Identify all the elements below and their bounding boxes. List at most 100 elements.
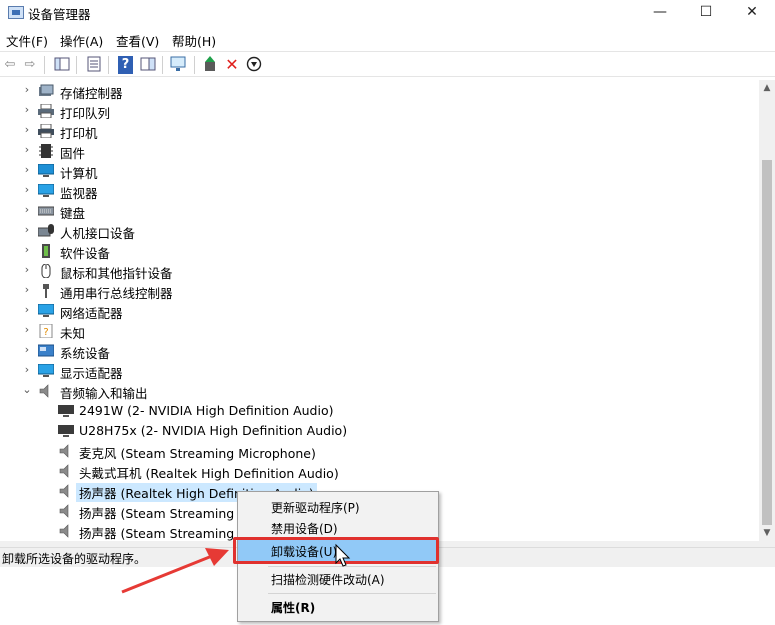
- network-icon: [37, 303, 55, 317]
- toolbar-separator: [76, 56, 77, 74]
- vertical-scrollbar[interactable]: ▲ ▼: [759, 80, 775, 541]
- tree-category-row[interactable]: › 鼠标和其他指针设备: [0, 261, 759, 281]
- forward-arrow-icon[interactable]: ⇨: [22, 56, 38, 74]
- tree-category-audio-row[interactable]: ⌄ 音频输入和输出: [0, 381, 759, 401]
- menu-properties[interactable]: 属性(R): [238, 596, 438, 617]
- scroll-down-icon[interactable]: ▼: [759, 525, 775, 541]
- chevron-right-icon[interactable]: ›: [22, 83, 32, 97]
- scroll-up-icon[interactable]: ▲: [759, 80, 775, 96]
- chevron-right-icon[interactable]: ›: [22, 263, 32, 277]
- update-driver-icon[interactable]: [202, 56, 218, 74]
- tree-device-row[interactable]: 头戴式耳机 (Realtek High Definition Audio): [0, 461, 759, 481]
- chevron-right-icon[interactable]: ›: [22, 143, 32, 157]
- chevron-right-icon[interactable]: ›: [22, 123, 32, 137]
- menu-disable-device-label: 禁用设备(D): [271, 522, 338, 536]
- tree-device-row[interactable]: 2491W (2- NVIDIA High Definition Audio): [0, 401, 759, 421]
- chevron-right-icon[interactable]: ›: [22, 283, 32, 297]
- mouse-icon: [38, 263, 54, 279]
- chevron-right-icon[interactable]: ›: [22, 183, 32, 197]
- chevron-right-icon[interactable]: ›: [22, 103, 32, 117]
- tree-category-label: 人机接口设备: [60, 226, 136, 241]
- software-device-icon: [38, 244, 54, 258]
- menu-separator: [268, 593, 436, 594]
- menu-disable-device[interactable]: 禁用设备(D): [238, 517, 438, 538]
- tree-category-row[interactable]: › 监视器: [0, 181, 759, 201]
- tree-category-row[interactable]: › 固件: [0, 141, 759, 161]
- svg-text:?: ?: [43, 327, 48, 338]
- menu-file[interactable]: 文件(F): [6, 31, 48, 50]
- window-title: 设备管理器: [28, 7, 91, 22]
- tree-category-label: 通用串行总线控制器: [60, 286, 173, 301]
- properties-icon[interactable]: [86, 56, 102, 74]
- chevron-right-icon[interactable]: ›: [22, 323, 32, 337]
- tree-category-row[interactable]: › 人机接口设备: [0, 221, 759, 241]
- tree-device-label: 2491W (2- NVIDIA High Definition Audio): [79, 403, 334, 418]
- tree-category-label: 鼠标和其他指针设备: [60, 266, 173, 281]
- back-arrow-icon[interactable]: ⇦: [2, 56, 18, 74]
- download-icon[interactable]: [246, 56, 262, 74]
- speaker-icon: [58, 444, 74, 458]
- chevron-down-icon[interactable]: ⌄: [22, 383, 32, 397]
- chevron-right-icon[interactable]: ›: [22, 343, 32, 357]
- chevron-right-icon[interactable]: ›: [22, 223, 32, 237]
- menu-scan-hardware[interactable]: 扫描检测硬件改动(A): [238, 568, 438, 589]
- tree-category-row[interactable]: › 软件设备: [0, 241, 759, 261]
- maximize-button[interactable]: ☐: [683, 0, 729, 26]
- speaker-icon: [58, 464, 74, 478]
- chevron-right-icon[interactable]: ›: [22, 203, 32, 217]
- tree-category-label: 显示适配器: [60, 366, 123, 381]
- printer-icon: [38, 123, 54, 139]
- tree-category-row[interactable]: › 打印机: [0, 121, 759, 141]
- action-pane-icon[interactable]: [140, 56, 156, 74]
- toolbar-separator: [194, 56, 195, 74]
- tree-category-row[interactable]: › 打印队列: [0, 101, 759, 121]
- uninstall-icon[interactable]: ✕: [224, 56, 240, 74]
- tree-device-label: 扬声器 (Steam Streaming Sp: [79, 526, 255, 541]
- tree-category-row[interactable]: ›? 未知: [0, 321, 759, 341]
- menu-uninstall-device[interactable]: 卸载设备(U): [238, 540, 438, 561]
- minimize-button[interactable]: —: [637, 0, 683, 26]
- tree-device-label: 头戴式耳机 (Realtek High Definition Audio): [79, 466, 339, 481]
- tree-device-row[interactable]: 麦克风 (Steam Streaming Microphone): [0, 441, 759, 461]
- help-icon[interactable]: ?: [118, 56, 133, 74]
- tree-category-row[interactable]: › 键盘: [0, 201, 759, 221]
- menu-bar: 文件(F) 操作(A) 查看(V) 帮助(H): [0, 28, 775, 50]
- tree-category-row[interactable]: › 存储控制器: [0, 81, 759, 101]
- tree-category-label: 软件设备: [60, 246, 111, 261]
- tree-category-row[interactable]: › 网络适配器: [0, 301, 759, 321]
- hid-icon: [37, 224, 54, 237]
- device-tree[interactable]: › 存储控制器 › 打印队列 › 打印机 › 固件 › 计算机 › 监视器 › 键盘 › 人机接口设备 › 软件设…: [0, 80, 759, 541]
- display-adapter-icon: [37, 363, 55, 377]
- system-device-icon: [37, 344, 55, 357]
- computer-icon: [37, 163, 55, 177]
- scan-hardware-icon[interactable]: [170, 56, 188, 74]
- tree-category-label: 存储控制器: [60, 86, 123, 101]
- toolbar-separator: [44, 56, 45, 74]
- tree-category-label: 固件: [60, 146, 86, 161]
- chevron-right-icon[interactable]: ›: [22, 163, 32, 177]
- tree-category-row[interactable]: › 计算机: [0, 161, 759, 181]
- tree-device-row[interactable]: U28H75x (2- NVIDIA High Definition Audio…: [0, 421, 759, 441]
- tree-device-label: 扬声器 (Steam Streaming M: [79, 506, 250, 521]
- context-menu: 更新驱动程序(P) 禁用设备(D) 卸载设备(U) 扫描检测硬件改动(A) 属性…: [237, 491, 439, 622]
- close-button[interactable]: ✕: [729, 0, 775, 26]
- show-hide-tree-icon[interactable]: [54, 56, 70, 74]
- menu-update-driver[interactable]: 更新驱动程序(P): [238, 496, 438, 517]
- tree-category-label: 音频输入和输出: [60, 386, 148, 401]
- chevron-right-icon[interactable]: ›: [22, 363, 32, 377]
- chevron-right-icon[interactable]: ›: [22, 303, 32, 317]
- scroll-thumb[interactable]: [762, 160, 772, 525]
- tree-category-row[interactable]: › 通用串行总线控制器: [0, 281, 759, 301]
- tree-category-label: 打印队列: [60, 106, 111, 121]
- menu-help[interactable]: 帮助(H): [172, 31, 216, 50]
- toolbar-separator: [108, 56, 109, 74]
- tree-category-label: 未知: [60, 326, 86, 341]
- menu-action[interactable]: 操作(A): [60, 31, 103, 50]
- tree-category-row[interactable]: › 显示适配器: [0, 361, 759, 381]
- tree-category-row[interactable]: › 系统设备: [0, 341, 759, 361]
- title-bar: 设备管理器 — ☐ ✕: [0, 0, 775, 26]
- chevron-right-icon[interactable]: ›: [22, 243, 32, 257]
- menu-update-driver-label: 更新驱动程序(P): [271, 501, 360, 515]
- menu-view[interactable]: 查看(V): [116, 31, 159, 50]
- monitor-icon: [37, 183, 55, 197]
